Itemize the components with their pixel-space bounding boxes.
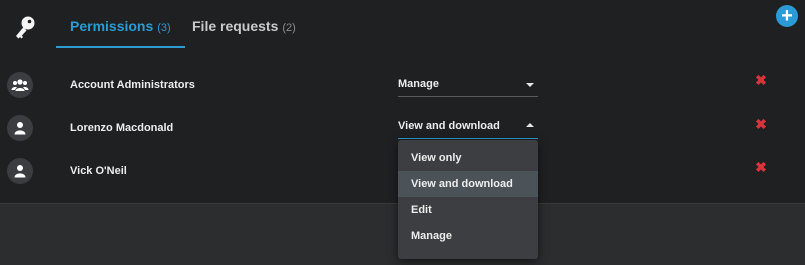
member-name: Lorenzo Macdonald bbox=[70, 122, 174, 134]
menu-item-view-and-download[interactable]: View and download bbox=[398, 171, 538, 197]
avatar bbox=[7, 115, 33, 141]
remove-button[interactable]: ✖ bbox=[755, 117, 767, 131]
member-name: Vick O'Neil bbox=[70, 165, 127, 177]
permission-select[interactable]: View and download bbox=[398, 116, 538, 139]
add-permission-button[interactable]: + bbox=[776, 5, 798, 27]
member-name: Account Administrators bbox=[70, 79, 195, 91]
permission-select[interactable]: Manage bbox=[398, 74, 538, 97]
tab-file-requests[interactable]: File requests (2) bbox=[192, 0, 296, 46]
chevron-down-icon bbox=[526, 83, 534, 87]
remove-button[interactable]: ✖ bbox=[755, 160, 767, 174]
tab-label: File requests bbox=[192, 18, 279, 34]
select-value: Manage bbox=[398, 78, 439, 90]
menu-item-edit[interactable]: Edit bbox=[398, 197, 538, 223]
plus-icon: + bbox=[781, 5, 793, 27]
group-icon bbox=[11, 79, 29, 91]
key-icon bbox=[16, 16, 35, 39]
avatar bbox=[7, 72, 33, 98]
tab-permissions[interactable]: Permissions (3) bbox=[56, 0, 185, 48]
tab-label: Permissions bbox=[70, 18, 154, 34]
menu-item-view-only[interactable]: View only bbox=[398, 145, 538, 171]
select-value: View and download bbox=[398, 120, 500, 132]
tab-count: (3) bbox=[157, 22, 171, 34]
permission-dropdown-menu: View only View and download Edit Manage bbox=[398, 140, 538, 259]
tab-count: (2) bbox=[282, 22, 296, 34]
menu-item-manage[interactable]: Manage bbox=[398, 223, 538, 249]
avatar bbox=[7, 158, 33, 184]
user-icon bbox=[14, 122, 26, 135]
remove-button[interactable]: ✖ bbox=[755, 73, 767, 87]
chevron-up-icon bbox=[526, 123, 534, 127]
user-icon bbox=[14, 165, 26, 178]
permission-row: Account Administrators Manage ✖ bbox=[0, 67, 805, 107]
